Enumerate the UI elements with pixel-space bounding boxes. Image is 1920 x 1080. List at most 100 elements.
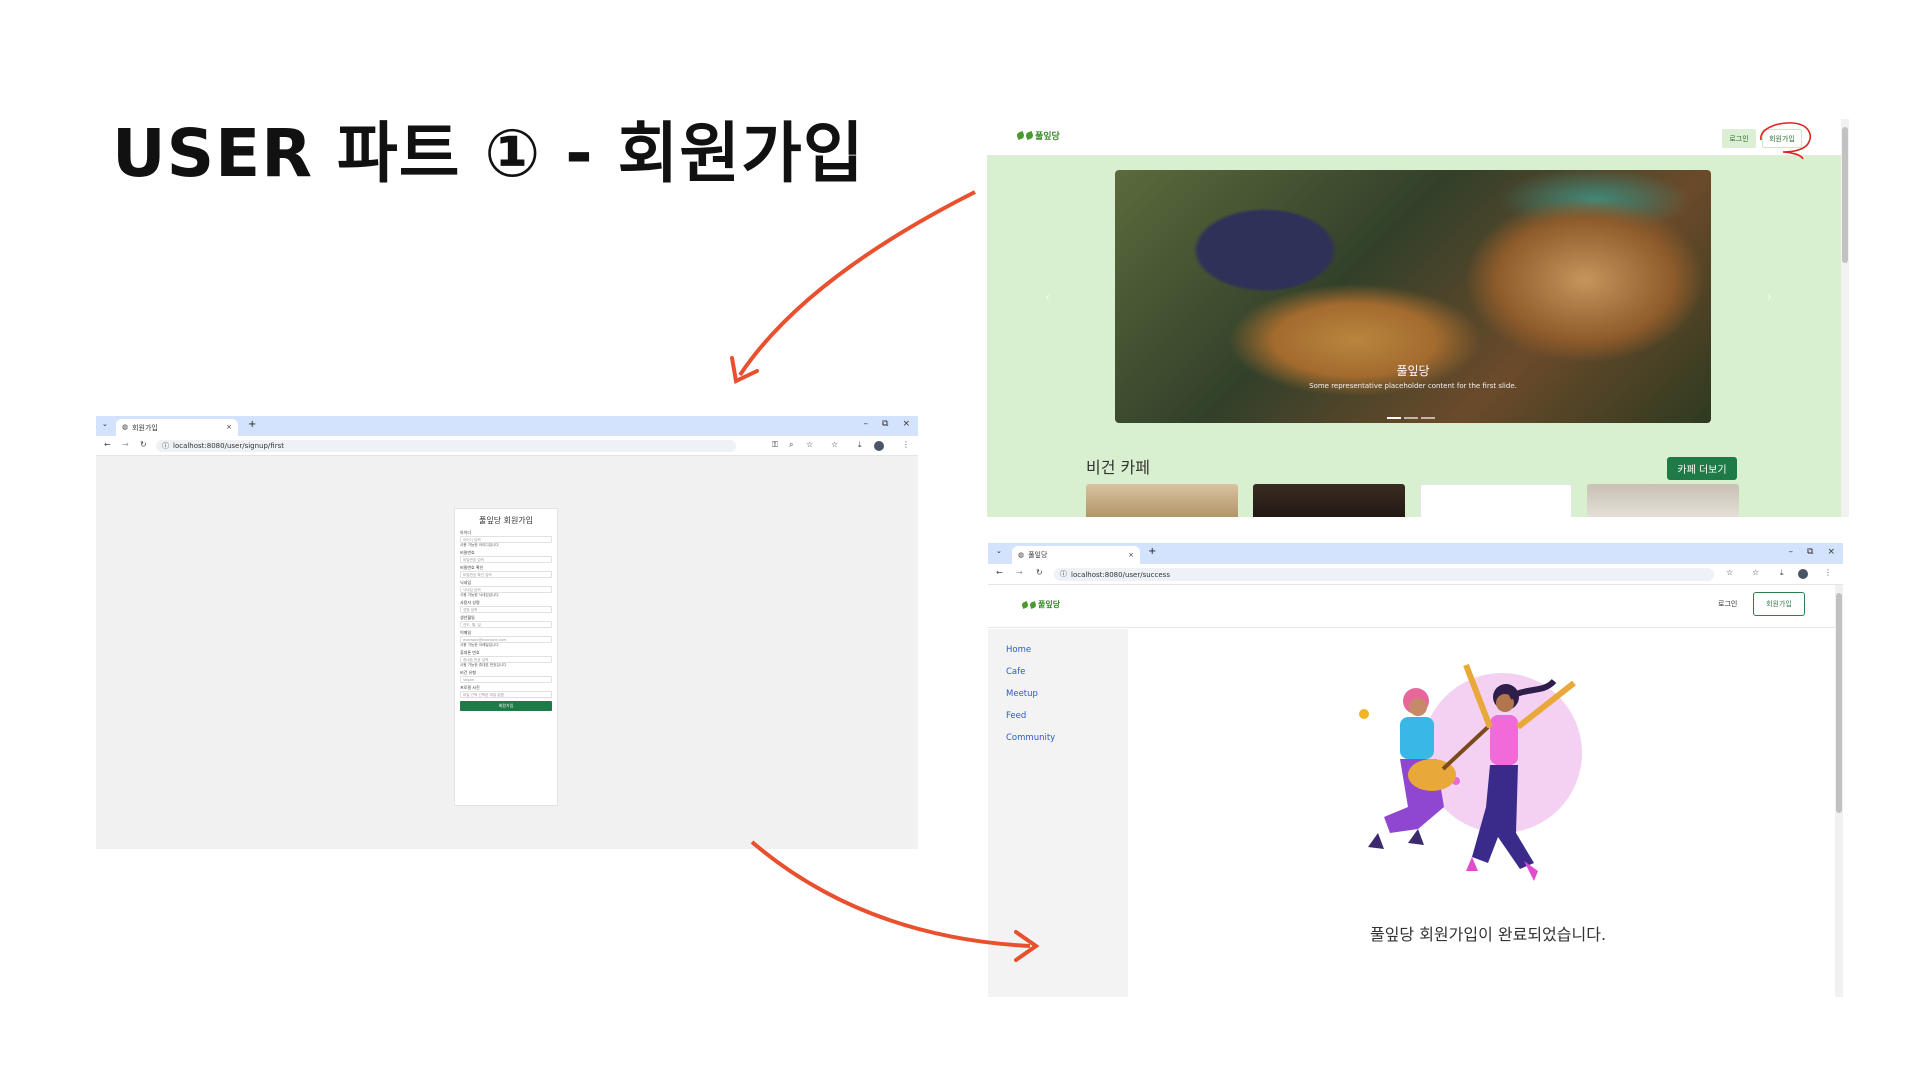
sidebar-item-meetup[interactable]: Meetup (1006, 689, 1110, 699)
carousel-indicators (1387, 417, 1435, 419)
tab-close-icon[interactable]: × (226, 424, 232, 431)
login-button[interactable]: 로그인 (1722, 129, 1756, 148)
form-input[interactable]: 비밀번호 입력 (460, 556, 552, 563)
form-input[interactable]: 닉네임 입력 (460, 586, 552, 593)
form-input[interactable]: 아이디 입력 (460, 536, 552, 543)
url-field[interactable]: ⓘ localhost:8080/user/success (1054, 568, 1714, 581)
window-controls: – ⧉ × (864, 420, 910, 429)
form-input[interactable]: 비밀번호 확인 입력 (460, 571, 552, 578)
cafe-card[interactable] (1253, 484, 1405, 517)
arrow-to-signup-head (730, 356, 759, 384)
site-logo[interactable]: 풀잎당 (1016, 129, 1060, 142)
input-placeholder: 연도. 월. 일. (463, 623, 482, 627)
form-input[interactable]: Vegan (460, 676, 552, 683)
input-placeholder: 성명 입력 (463, 608, 478, 612)
hero-carousel[interactable]: ‹ 풀잎당 Some representative placeholder co… (1115, 170, 1711, 423)
tab-title: 회원가입 (132, 423, 158, 432)
zoom-icon[interactable]: ⌕ (789, 441, 793, 449)
leaf-icon (1021, 600, 1029, 609)
browser-tab[interactable]: ◍ 풀잎당 × (1012, 546, 1140, 564)
carousel-indicator[interactable] (1387, 417, 1401, 419)
scrollbar[interactable] (1835, 585, 1843, 997)
restore-icon[interactable]: ⧉ (882, 420, 888, 429)
close-window-icon[interactable]: × (902, 420, 910, 429)
address-bar: ← → ↻ ⓘ localhost:8080/user/success ☆ ☆ … (988, 564, 1843, 585)
url-field[interactable]: ⓘ localhost:8080/user/signup/first (156, 440, 736, 452)
forward-icon[interactable]: → (1016, 569, 1023, 577)
url-text: localhost:8080/user/success (1071, 570, 1170, 579)
field-hint: 사용 가능한 이메일입니다 (460, 643, 499, 647)
field-hint: 사용 가능한 아이디입니다 (460, 543, 499, 547)
new-tab-icon[interactable]: + (1148, 547, 1156, 557)
restore-icon[interactable]: ⧉ (1807, 548, 1813, 557)
minimize-icon[interactable]: – (864, 420, 869, 429)
browser-tab[interactable]: ◍ 회원가입 × (116, 419, 238, 436)
download-icon[interactable]: ⤓ (1780, 569, 1784, 577)
new-tab-icon[interactable]: + (248, 420, 256, 430)
url-text: localhost:8080/user/signup/first (173, 442, 284, 450)
sidebar-item-cafe[interactable]: Cafe (1006, 667, 1110, 677)
form-input[interactable]: 성명 입력 (460, 606, 552, 613)
signup-success-message: 풀잎당 회원가입이 완료되었습니다. (1369, 925, 1607, 944)
menu-kebab-icon[interactable]: ⋮ (902, 441, 910, 449)
more-cafes-button[interactable]: 카페 더보기 (1667, 457, 1737, 480)
input-placeholder: 닉네임 입력 (463, 588, 481, 592)
form-input[interactable]: example@example.com (460, 636, 552, 643)
cafe-card[interactable] (1420, 484, 1572, 517)
carousel-indicator[interactable] (1421, 417, 1435, 419)
input-placeholder: example@example.com (463, 638, 507, 642)
site-header: 풀잎당 로그인 회원가입 (987, 119, 1841, 160)
bookmarks-icon[interactable]: ☆ (831, 441, 838, 449)
forward-icon[interactable]: → (122, 441, 129, 449)
reload-icon[interactable]: ↻ (140, 441, 147, 449)
close-window-icon[interactable]: × (1827, 548, 1835, 557)
input-placeholder: 휴대폰 번호 입력 (463, 658, 489, 662)
globe-icon: ◍ (1018, 550, 1025, 559)
arrow-to-signup (738, 190, 976, 377)
menu-kebab-icon[interactable]: ⋮ (1824, 569, 1832, 577)
carousel-caption-title: 풀잎당 (1396, 364, 1430, 378)
site-logo[interactable]: 풀잎당 (1021, 599, 1061, 610)
tab-search-icon[interactable]: ⌄ (996, 548, 1002, 555)
back-icon[interactable]: ← (996, 569, 1003, 577)
logo-text: 풀잎당 (1038, 600, 1061, 609)
form-input[interactable]: 휴대폰 번호 입력 (460, 656, 552, 663)
carousel-indicator[interactable] (1404, 417, 1418, 419)
bookmark-star-icon[interactable]: ☆ (1726, 569, 1733, 577)
input-placeholder: 아이디 입력 (463, 538, 481, 542)
profile-avatar-icon[interactable] (874, 441, 884, 451)
leaf-icon (1016, 131, 1025, 140)
sidebar-item-feed[interactable]: Feed (1006, 711, 1110, 721)
download-icon[interactable]: ⤓ (858, 441, 862, 449)
form-input[interactable]: 파일 선택 선택된 파일 없음 (460, 691, 552, 698)
tab-search-icon[interactable]: ⌄ (102, 421, 108, 428)
scrollbar-thumb[interactable] (1836, 593, 1842, 813)
tab-close-icon[interactable]: × (1128, 551, 1134, 559)
leaf-icon (1025, 131, 1034, 140)
cafe-card[interactable] (1587, 484, 1739, 517)
scrollbar[interactable] (1841, 119, 1849, 517)
sidebar-item-community[interactable]: Community (1006, 733, 1110, 743)
field-hint: 사용 가능한 휴대폰 번호입니다 (460, 663, 507, 667)
globe-icon: ◍ (122, 423, 129, 431)
signup-button[interactable]: 회원가입 (1753, 592, 1805, 616)
key-icon[interactable]: ⚿ (772, 441, 778, 449)
bookmark-star-icon[interactable]: ☆ (806, 441, 813, 449)
profile-avatar-icon[interactable] (1798, 569, 1808, 579)
signup-submit-button[interactable]: 회원가입 (460, 701, 552, 711)
carousel-next-icon[interactable]: › (1767, 291, 1772, 303)
back-icon[interactable]: ← (104, 441, 111, 449)
login-link[interactable]: 로그인 (1718, 599, 1737, 609)
sidebar-item-home[interactable]: Home (1006, 645, 1110, 655)
reload-icon[interactable]: ↻ (1036, 569, 1043, 577)
form-input[interactable]: 연도. 월. 일. (460, 621, 552, 628)
signup-page-screenshot: ⌄ ◍ 회원가입 × + – ⧉ × ← → ↻ ⓘ localhost:808… (96, 416, 918, 849)
minimize-icon[interactable]: – (1789, 548, 1794, 557)
browser-tab-bar: ⌄ ◍ 풀잎당 × + – ⧉ × (988, 543, 1843, 564)
cafe-card[interactable] (1086, 484, 1238, 517)
slide-title: USER 파트 ① - 회원가입 (112, 115, 865, 192)
carousel-prev-icon[interactable]: ‹ (1045, 291, 1050, 303)
bookmarks-icon[interactable]: ☆ (1752, 569, 1759, 577)
scrollbar-thumb[interactable] (1842, 127, 1848, 263)
input-placeholder: 비밀번호 확인 입력 (463, 573, 492, 577)
